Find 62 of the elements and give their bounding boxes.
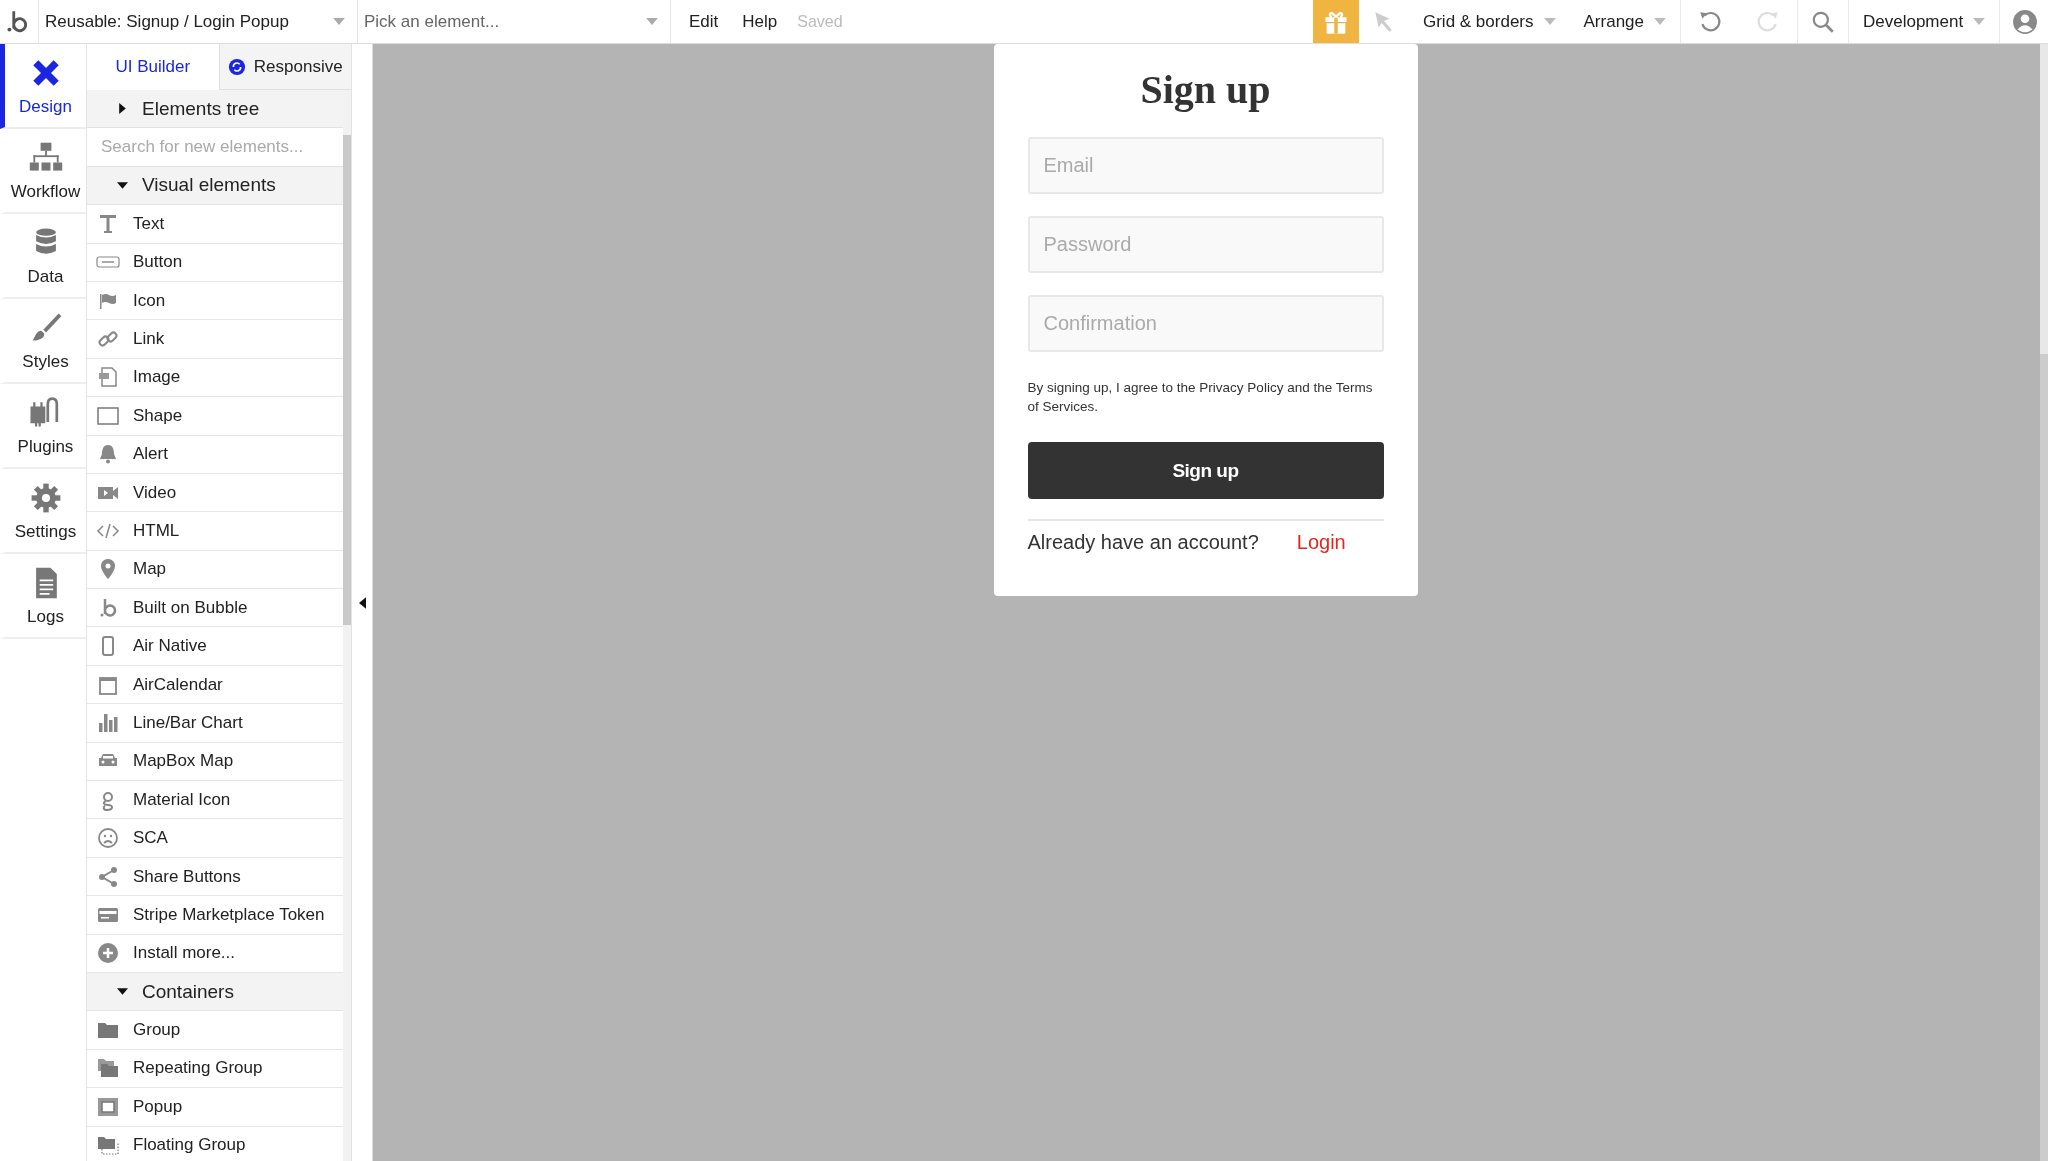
login-link[interactable]: Login — [1296, 531, 1346, 554]
element-item[interactable]: Group — [87, 1011, 343, 1050]
share-icon — [96, 864, 120, 889]
bubble-logo-icon[interactable] — [4, 8, 30, 35]
section-header[interactable]: Containers — [87, 973, 343, 1012]
signup-button[interactable]: Sign up — [1027, 442, 1384, 499]
caret-icon — [333, 18, 345, 25]
element-item[interactable]: Popup — [87, 1088, 343, 1127]
scrollbar[interactable] — [2040, 44, 2048, 354]
image-icon — [96, 365, 120, 390]
element-item[interactable]: Image — [87, 358, 343, 398]
input-field[interactable]: Email — [1027, 137, 1384, 194]
sad-face-icon — [96, 826, 120, 851]
element-picker-dropdown[interactable]: Pick an element... — [358, 0, 671, 43]
panel-tab[interactable]: Responsive — [218, 44, 351, 90]
element-item[interactable]: SCA — [87, 819, 343, 858]
section-header[interactable]: Elements tree — [87, 90, 343, 129]
input-field[interactable]: Confirmation — [1027, 295, 1384, 352]
caret-icon — [1973, 18, 1985, 25]
plus-circle-icon — [96, 941, 120, 966]
collapse-icon[interactable] — [358, 596, 366, 609]
caret-down-icon — [117, 179, 128, 191]
element-item[interactable]: Line/Bar Chart — [87, 704, 343, 743]
grid-borders-menu[interactable]: Grid & borders — [1408, 0, 1570, 43]
nav-item[interactable]: Logs — [0, 554, 86, 639]
element-item[interactable]: Shape — [87, 397, 343, 436]
element-item[interactable]: Share Buttons — [87, 857, 343, 897]
element-item[interactable]: Air Native — [87, 627, 343, 666]
section-header[interactable]: Visual elements — [87, 166, 343, 206]
refresh-icon — [227, 57, 246, 76]
input-field[interactable]: Password — [1027, 216, 1384, 273]
element-item[interactable]: Install more... — [87, 934, 343, 973]
element-item[interactable]: MapBox Map — [87, 742, 343, 782]
login-prompt: Already have an account? — [1027, 531, 1259, 554]
element-item[interactable]: Repeating Group — [87, 1049, 343, 1089]
gift-button[interactable] — [1312, 0, 1359, 43]
element-item[interactable]: Map — [87, 550, 343, 590]
avatar-icon[interactable] — [2012, 8, 2038, 35]
save-status: Saved — [797, 12, 843, 31]
element-item[interactable]: Button — [87, 243, 343, 282]
element-item[interactable]: Icon — [87, 281, 343, 321]
element-item[interactable]: Link — [87, 320, 343, 359]
element-item[interactable]: Text — [87, 205, 343, 244]
arrange-menu[interactable]: Arrange — [1569, 0, 1680, 43]
element-item[interactable]: Built on Bubble — [87, 589, 343, 628]
popup-title: Sign up — [1139, 66, 1272, 113]
page-selector-dropdown[interactable]: Reusable: Signup / Login Popup — [38, 0, 358, 43]
element-item[interactable]: Video — [87, 473, 343, 513]
terms-text: By signing up, I agree to the Privacy Policy and the Terms of Services. — [1027, 379, 1374, 416]
element-item[interactable]: Stripe Marketplace Token — [87, 896, 343, 935]
caret-right-icon — [117, 103, 128, 115]
menu-item[interactable]: Edit — [677, 0, 731, 43]
caret-icon — [646, 18, 658, 25]
caret-down-icon — [117, 986, 128, 998]
scrollbar[interactable] — [343, 135, 351, 625]
element-item[interactable]: Material Icon — [87, 781, 343, 820]
caret-icon — [1654, 18, 1666, 25]
environment-dropdown[interactable]: Development — [1849, 0, 1999, 43]
element-item[interactable]: AirCalendar — [87, 665, 343, 705]
menu-item[interactable]: Help — [730, 0, 790, 43]
element-item[interactable]: Alert — [87, 435, 343, 474]
caret-icon — [1543, 18, 1556, 25]
